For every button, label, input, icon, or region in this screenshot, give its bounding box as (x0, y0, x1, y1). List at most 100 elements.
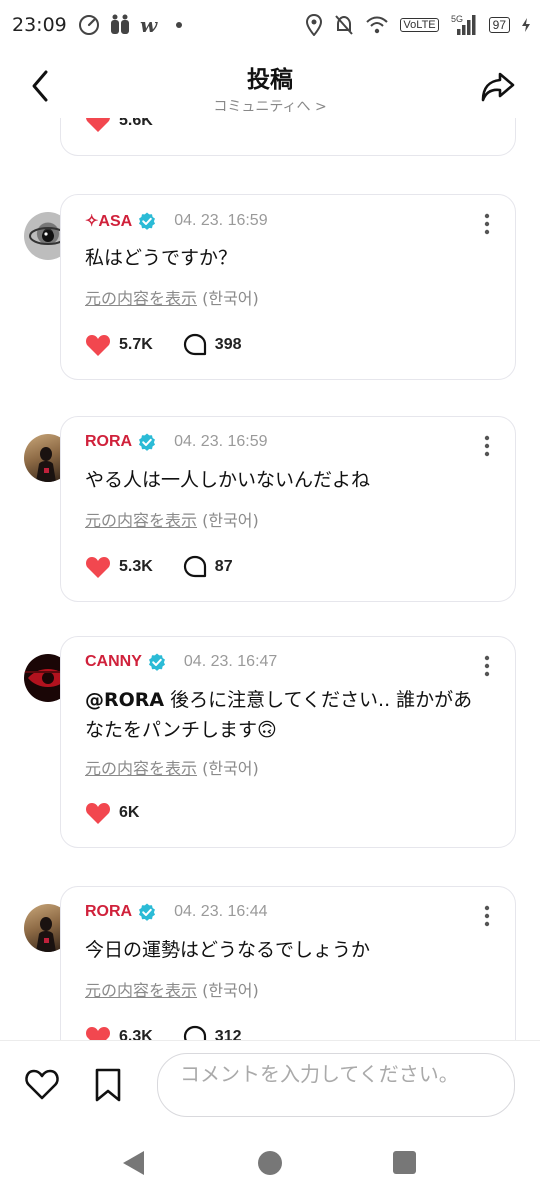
status-right: VoLTE 5G 97 (306, 14, 530, 36)
like-count: 6.3K (119, 1028, 153, 1040)
system-nav-bar (0, 1130, 540, 1199)
charging-icon (522, 18, 530, 32)
comment-actions: 6.3K 312 (85, 1025, 272, 1040)
username[interactable]: ✧ASA (85, 211, 132, 231)
comment-timestamp: 04. 23. 16:47 (183, 653, 278, 670)
share-arrow-icon[interactable] (480, 70, 516, 104)
reply-count: 312 (214, 1028, 242, 1040)
more-vertical-icon[interactable] (483, 435, 491, 457)
show-original-link[interactable]: 元の内容を表示 (85, 981, 197, 1000)
show-original-link[interactable]: 元の内容を表示 (85, 511, 197, 530)
wifi-icon (366, 16, 389, 34)
comment-actions: 5.7K 398 (85, 333, 272, 357)
nav-recents-icon[interactable] (393, 1151, 416, 1174)
community-link[interactable]: コミュニティへ > (0, 96, 540, 116)
nav-home-icon[interactable] (258, 1151, 282, 1175)
comment-input-bar: コメントを入力してください。 (0, 1040, 540, 1130)
status-time: 23:09 (12, 14, 67, 36)
app-icon (111, 14, 129, 34)
more-vertical-icon[interactable] (483, 655, 491, 677)
more-vertical-icon[interactable] (483, 213, 491, 235)
speech-bubble-icon (183, 1025, 206, 1040)
volte-badge: VoLTE (400, 18, 439, 32)
app-header: 投稿 コミュニティへ > (0, 52, 540, 118)
comment-actions: 5.6K (85, 118, 183, 133)
comment-timestamp: 04. 23. 16:59 (174, 212, 268, 229)
page-title: 投稿 (247, 67, 293, 93)
reply-count: 398 (214, 336, 242, 353)
show-original: 元の内容を表示 (한국어) (85, 755, 259, 779)
original-language: (한국어) (202, 759, 259, 778)
show-original: 元の内容を表示 (한국어) (85, 285, 259, 309)
reply-count: 87 (214, 558, 233, 575)
comment-card-partial: 5.6K (60, 118, 516, 156)
more-vertical-icon[interactable] (483, 905, 491, 927)
verified-badge-icon (139, 433, 156, 451)
show-original-link[interactable]: 元の内容を表示 (85, 759, 197, 778)
comment-card: RORA 04. 23. 16:59 やる人は一人しかいないんだよね 元の内容を… (60, 416, 516, 602)
gauge-icon (79, 15, 99, 35)
show-original: 元の内容を表示 (한국어) (85, 507, 259, 531)
like-button[interactable]: 5.3K (85, 555, 153, 579)
comment-timestamp: 04. 23. 16:44 (174, 903, 268, 920)
like-count: 5.3K (119, 558, 153, 575)
show-original-link[interactable]: 元の内容を表示 (85, 289, 197, 308)
battery-level: 97 (488, 17, 510, 33)
comment-header: ✧ASA 04. 23. 16:59 (85, 211, 268, 231)
username[interactable]: RORA (85, 433, 132, 451)
like-button[interactable]: 5.6K (85, 118, 153, 133)
original-language: (한국어) (202, 511, 259, 530)
speech-bubble-icon (183, 333, 206, 356)
comment-card: RORA 04. 23. 16:44 今日の運勢はどうなるでしょうか 元の内容を… (60, 886, 516, 1040)
location-icon (306, 14, 323, 36)
comment-text: @RORA 後ろに注意してください.. 誰かがあなたをパンチします🙃 (85, 685, 487, 745)
comment-text: やる人は一人しかいないんだよね (85, 469, 371, 491)
bookmark-icon[interactable] (93, 1067, 123, 1103)
signal-icon: 5G (451, 14, 476, 35)
reply-button[interactable]: 312 (183, 1025, 242, 1040)
dot-icon (176, 22, 182, 28)
username[interactable]: RORA (85, 903, 132, 921)
like-count: 6K (119, 804, 140, 821)
heart-icon (86, 803, 110, 824)
comment-input[interactable]: コメントを入力してください。 (157, 1053, 515, 1117)
original-language: (한국어) (202, 981, 259, 1000)
svg-text:5G: 5G (451, 14, 463, 24)
screen: 23:09 w VoLTE 5G 97 投稿 コミュニティへ > 5.6K ✧A… (0, 0, 540, 1199)
comment-actions: 5.3K 87 (85, 555, 263, 579)
like-button[interactable]: 5.7K (85, 333, 153, 357)
comment-header: RORA 04. 23. 16:59 (85, 433, 268, 451)
username[interactable]: CANNY (85, 653, 142, 671)
notification-icons: w (78, 14, 184, 36)
comment-header: CANNY 04. 23. 16:47 (85, 653, 277, 671)
comment-timestamp: 04. 23. 16:59 (174, 433, 268, 450)
mute-icon (335, 15, 354, 35)
weverse-icon: w (140, 15, 158, 35)
comment-card: ✧ASA 04. 23. 16:59 私はどうですか？ 元の内容を表示 (한국어… (60, 194, 516, 380)
nav-back-icon[interactable] (122, 1150, 146, 1176)
reply-button[interactable]: 398 (183, 333, 242, 357)
like-count: 5.7K (119, 336, 153, 353)
comment-actions: 6K (85, 801, 169, 825)
mention-link[interactable]: @RORA (85, 689, 164, 711)
reply-button[interactable]: 87 (183, 555, 233, 579)
comment-text: 今日の運勢はどうなるでしょうか (85, 939, 371, 961)
like-count: 5.6K (119, 118, 153, 129)
verified-badge-icon (139, 212, 156, 230)
heart-outline-icon[interactable] (24, 1067, 60, 1101)
speech-bubble-icon (183, 555, 206, 578)
show-original: 元の内容を表示 (한국어) (85, 977, 259, 1001)
comment-text: 私はどうですか？ (85, 247, 238, 269)
like-button[interactable]: 6.3K (85, 1025, 153, 1040)
like-button[interactable]: 6K (85, 801, 139, 825)
verified-badge-icon (139, 903, 156, 921)
verified-badge-icon (148, 653, 165, 671)
heart-icon (86, 335, 110, 356)
status-bar: 23:09 w VoLTE 5G 97 (0, 0, 540, 52)
original-language: (한국어) (202, 289, 259, 308)
heart-icon (86, 118, 110, 132)
heart-icon (86, 557, 110, 578)
comment-card: CANNY 04. 23. 16:47 @RORA 後ろに注意してください.. … (60, 636, 516, 848)
comment-feed[interactable]: 5.6K ✧ASA 04. 23. 16:59 私はどうですか？ 元の内容を表示… (0, 118, 540, 1040)
heart-icon (86, 1027, 110, 1040)
